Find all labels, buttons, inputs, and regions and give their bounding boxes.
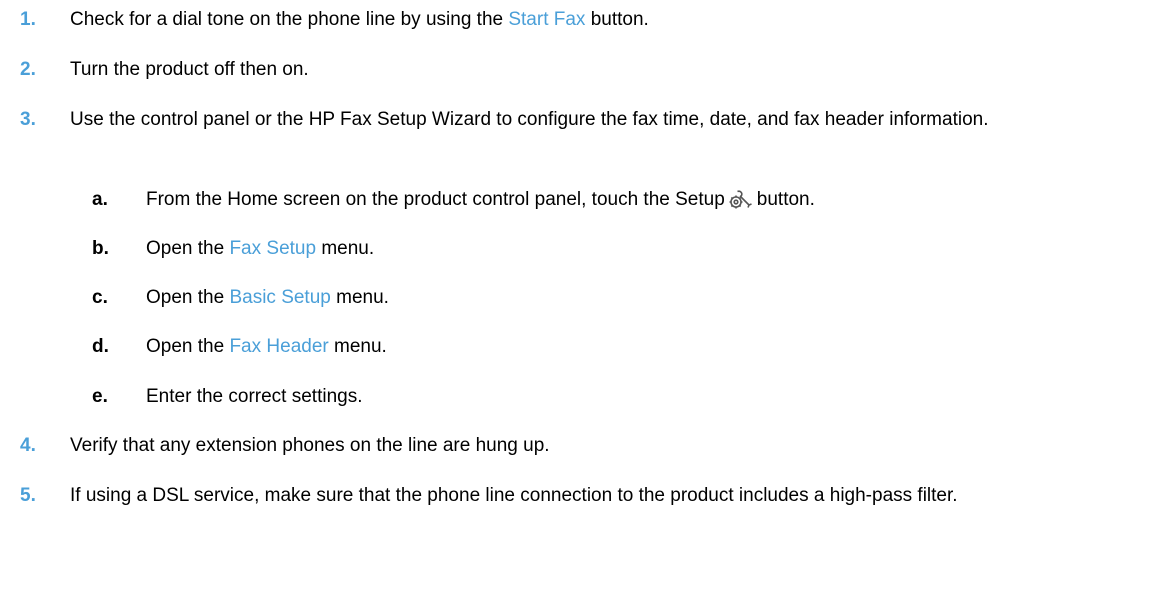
step-text: Turn the product off then on. [70, 59, 309, 80]
substep-letter: a. [92, 189, 108, 210]
substep-text: Open the Fax Header menu. [146, 334, 1147, 360]
step-text-before: Check for a dial tone on the phone line … [70, 9, 509, 30]
substep-text: Enter the correct settings. [146, 386, 363, 407]
substep-text-after: button. [756, 189, 815, 210]
step-number: 2. [20, 59, 36, 80]
fax-setup-menu-label: Fax Setup [229, 238, 317, 259]
setup-wrench-gear-icon [728, 188, 754, 210]
step-text: Check for a dial tone on the phone line … [70, 7, 1147, 33]
substep-letter: d. [92, 336, 109, 357]
step-number: 5. [20, 485, 36, 506]
substep-text-before: Open the [146, 287, 230, 308]
basic-setup-menu-label: Basic Setup [229, 287, 331, 308]
substep-letter: e. [92, 386, 108, 407]
substep-text: From the Home screen on the product cont… [146, 187, 1147, 213]
substep-text-before: Open the [146, 336, 230, 357]
step-number: 1. [20, 9, 36, 30]
start-fax-button-label: Start Fax [508, 9, 586, 30]
substep-text: Open the Fax Setup menu. [146, 236, 1147, 262]
substep-letter: c. [92, 287, 108, 308]
substep-letter: b. [92, 238, 109, 259]
substep-text-after: menu. [316, 238, 375, 259]
step-number: 4. [20, 435, 36, 456]
substep-text-after: menu. [330, 287, 389, 308]
substep-text-after: menu. [328, 336, 387, 357]
substep-text-before: Open the [146, 238, 230, 259]
step-text: If using a DSL service, make sure that t… [70, 485, 958, 506]
step-text-after: button. [585, 9, 649, 30]
substep-text-before: From the Home screen on the product cont… [146, 189, 725, 210]
step-text: Use the control panel or the HP Fax Setu… [70, 109, 989, 130]
fax-header-menu-label: Fax Header [229, 336, 329, 357]
step-text: Verify that any extension phones on the … [70, 435, 550, 456]
step-number: 3. [20, 109, 36, 130]
substep-text: Open the Basic Setup menu. [146, 285, 1147, 311]
